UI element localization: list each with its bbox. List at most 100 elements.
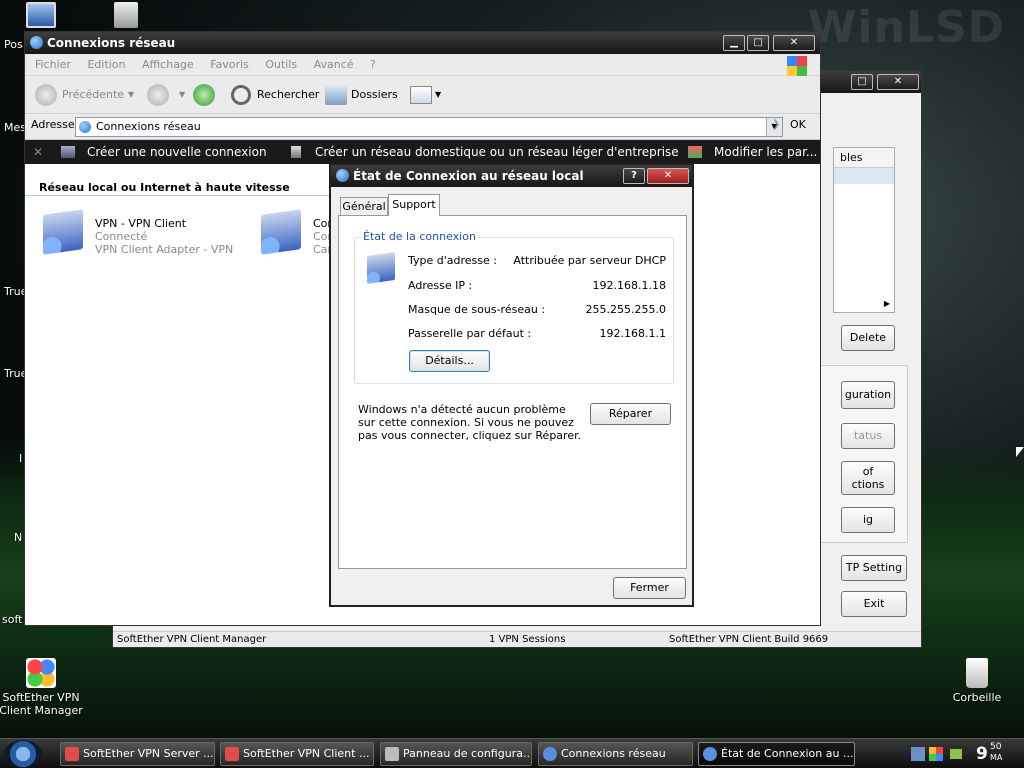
menu-outils[interactable]: Outils (265, 58, 297, 71)
desktop-icon-recycle-bin[interactable]: Corbeille (932, 658, 1022, 704)
taskbar-button-vpn-client[interactable]: SoftEther VPN Client ... (220, 742, 374, 766)
forward-arrow-icon[interactable] (147, 84, 169, 106)
list-selected-row (834, 168, 894, 184)
tab-support[interactable]: Support (388, 194, 440, 216)
address-input[interactable]: Connexions réseau ▼ (75, 117, 783, 137)
menu-affichage[interactable]: Affichage (142, 58, 194, 71)
desktop-icon-label: Corbeille (952, 691, 1002, 704)
desktop-icon-softether[interactable]: SoftEther VPN Client Manager (0, 658, 86, 717)
tab-general[interactable]: Général (340, 197, 388, 216)
task-modify-settings[interactable]: Modifier les par... (714, 140, 817, 164)
status-app: SoftEther VPN Client Manager (117, 634, 267, 645)
task-pane: ✕ Créer une nouvelle connexion Créer un … (25, 140, 820, 164)
connection-device: VPN Client Adapter - VPN (95, 243, 234, 256)
help-button[interactable]: ? (623, 168, 645, 184)
close-button[interactable]: ✕ (877, 74, 919, 90)
configuration-button[interactable]: guration (841, 381, 895, 409)
desktop-icon-computer[interactable] (26, 2, 56, 28)
desktop-icon-label[interactable]: soft (2, 613, 22, 626)
go-button[interactable]: OK (790, 118, 806, 131)
section-header: Réseau local ou Internet à haute vitesse (39, 181, 290, 194)
subnet-mask-label: Masque de sous-réseau : (408, 303, 546, 316)
repair-button[interactable]: Réparer (590, 403, 671, 425)
close-dialog-button[interactable]: Fermer (613, 577, 686, 599)
control-panel-icon (385, 747, 399, 761)
menu-favoris[interactable]: Favoris (210, 58, 249, 71)
taskbar-button-network-connections[interactable]: Connexions réseau (538, 742, 693, 766)
address-bar: Adresse Connexions réseau ▼ ❯ OK (25, 114, 820, 140)
desktop-icon-label[interactable]: Mes (4, 121, 26, 134)
task-home-network[interactable]: Créer un réseau domestique ou un réseau … (315, 140, 679, 164)
close-tasks-icon[interactable]: ✕ (33, 140, 43, 164)
forward-dropdown-icon[interactable]: ▼ (179, 84, 185, 106)
connection-status-group: État de la connexion Type d'adresse : At… (354, 230, 674, 384)
clock-hour: 9 (976, 744, 988, 764)
start-button[interactable] (4, 740, 42, 768)
softether-icon (26, 658, 56, 688)
taskbar-button-connection-status[interactable]: État de Connexion au ... (698, 742, 855, 766)
task-new-connection[interactable]: Créer une nouvelle connexion (87, 140, 267, 164)
config-button[interactable]: ig (841, 507, 895, 533)
delete-button[interactable]: Delete (841, 325, 895, 351)
connections-button[interactable]: of ctions (841, 461, 895, 495)
back-button[interactable]: Précédente (62, 84, 124, 106)
taskbar-button-control-panel[interactable]: Panneau de configura... (380, 742, 532, 766)
lan-connection-icon (43, 209, 83, 255)
desktop-icon-label[interactable]: I (19, 452, 22, 465)
menu-avance[interactable]: Avancé (314, 58, 354, 71)
softether-icon (65, 747, 79, 761)
address-label: Adresse (31, 118, 75, 131)
network-icon (703, 747, 717, 761)
network-adapter-icon (367, 252, 395, 284)
scroll-right-arrow[interactable]: ▶ (884, 299, 890, 308)
section-divider (25, 195, 330, 196)
desktop-icon-label[interactable]: Pos (4, 38, 23, 51)
views-dropdown-icon[interactable]: ▼ (435, 84, 441, 106)
connection-status-dialog[interactable]: État de Connexion au réseau local ? ✕ Gé… (329, 163, 694, 607)
status-build: SoftEther VPN Client Build 9669 (669, 634, 829, 645)
menu-help[interactable]: ? (370, 58, 376, 71)
folders-button[interactable]: Dossiers (351, 84, 398, 106)
desktop-icon-documents[interactable] (114, 2, 138, 28)
details-button[interactable]: Détails... (409, 350, 490, 372)
explorer-titlebar[interactable]: Connexions réseau ▁ □ ✕ (25, 32, 820, 54)
clock[interactable]: 9 50 MA (976, 742, 1018, 766)
http-setting-button[interactable]: TP Setting (841, 555, 907, 581)
exit-button[interactable]: Exit (841, 591, 907, 617)
maximize-button[interactable]: □ (851, 74, 873, 90)
back-arrow-icon[interactable] (35, 84, 57, 106)
softether-list[interactable]: bles ▶ (833, 147, 895, 313)
taskbar-button-vpn-server[interactable]: SoftEther VPN Server ... (60, 742, 215, 766)
softether-icon (225, 747, 239, 761)
connection-item-lan[interactable]: Con Con Car (261, 209, 334, 262)
taskbar: SoftEther VPN Server ... SoftEther VPN C… (0, 738, 1024, 768)
ip-address-value: 192.168.1.18 (592, 279, 666, 292)
modify-settings-icon (688, 146, 702, 158)
views-icon[interactable] (410, 86, 432, 104)
connection-item-vpn[interactable]: VPN - VPN Client Connecté VPN Client Ada… (43, 209, 243, 262)
tray-vpn-icon[interactable] (950, 749, 962, 759)
up-folder-icon[interactable] (193, 84, 215, 106)
search-icon (231, 85, 251, 105)
clock-suffix: MA (990, 753, 1003, 762)
mouse-cursor-icon (1016, 447, 1024, 457)
menu-edition[interactable]: Edition (87, 58, 125, 71)
gateway-label: Passerelle par défaut : (408, 327, 532, 340)
dialog-titlebar[interactable]: État de Connexion au réseau local ? ✕ (331, 165, 692, 187)
maximize-button[interactable]: □ (747, 35, 769, 51)
go-arrow-icon[interactable]: ❯ (772, 119, 780, 130)
back-dropdown-icon[interactable]: ▼ (128, 84, 134, 106)
tray-softether-icon[interactable] (929, 747, 943, 761)
desktop-icon-label[interactable]: N (14, 531, 22, 544)
status-button[interactable]: tatus (841, 423, 895, 449)
close-button[interactable]: ✕ (647, 168, 689, 184)
menu-fichier[interactable]: Fichier (35, 58, 71, 71)
address-value: Connexions réseau (96, 120, 201, 133)
search-button[interactable]: Rechercher (257, 84, 319, 106)
minimize-button[interactable]: ▁ (723, 35, 745, 51)
network-connections-icon (543, 747, 557, 761)
close-button[interactable]: ✕ (773, 35, 815, 51)
subnet-mask-value: 255.255.255.0 (585, 303, 666, 316)
tray-network-icon[interactable] (911, 747, 925, 761)
window-title: Connexions réseau (47, 36, 176, 50)
